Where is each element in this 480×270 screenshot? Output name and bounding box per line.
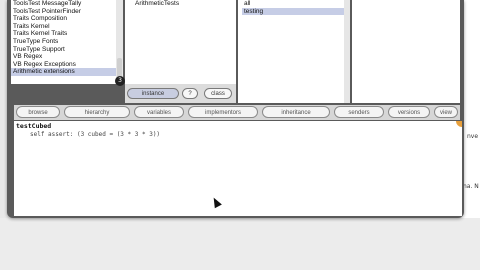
category-item[interactable]: ToolsTest MessageTally (11, 0, 123, 8)
category-item[interactable]: Traits Kernel Traits (11, 30, 123, 38)
protocol-list-pane[interactable]: all testing (238, 0, 350, 103)
category-list-pane[interactable]: ToolsTest MessageTally ToolsTest PointerF… (11, 0, 123, 84)
class-list-pane[interactable]: ArithmeticTests (125, 0, 236, 84)
category-scrollbar[interactable] (116, 0, 123, 84)
category-item[interactable]: TrueType Support (11, 46, 123, 54)
senders-button[interactable]: senders (334, 106, 384, 118)
class-item[interactable]: ArithmeticTests (133, 0, 236, 8)
class-button[interactable]: class (204, 88, 232, 99)
code-pane-corner-marker (456, 121, 462, 127)
background-text-2: na. N (463, 183, 479, 190)
protocol-scrollbar[interactable] (344, 0, 350, 103)
category-item[interactable]: Traits Composition (11, 15, 123, 23)
category-item[interactable]: Traits Kernel (11, 23, 123, 31)
category-item[interactable]: TrueType Fonts (11, 38, 123, 46)
browser-toolbar: browse hierarchy variables implementors … (14, 105, 460, 120)
category-list[interactable]: ToolsTest MessageTally ToolsTest PointerF… (11, 0, 123, 76)
method-name: testCubed (16, 122, 52, 130)
instance-button[interactable]: instance (127, 88, 179, 99)
browse-button[interactable]: browse (16, 106, 60, 118)
inheritance-button[interactable]: inheritance (262, 106, 330, 118)
pane-splitter-handle[interactable]: 3 (115, 76, 125, 86)
class-list[interactable]: ArithmeticTests (125, 0, 236, 8)
background-bottom-area (0, 218, 480, 270)
protocol-item[interactable]: all (242, 0, 350, 8)
class-toggle-bar: instance ? class (125, 84, 236, 103)
method-body: self assert: (3 cubed = (3 * 3 * 3)) (30, 131, 161, 138)
category-item[interactable]: Arithmetic extensions (11, 68, 123, 76)
code-editor-pane[interactable]: testCubed self assert: (3 cubed = (3 * 3… (14, 121, 462, 216)
method-list-pane[interactable] (352, 0, 460, 103)
category-item[interactable]: ToolsTest PointerFinder (11, 8, 123, 16)
protocol-item[interactable]: testing (242, 7, 350, 16)
category-item[interactable]: VB Regex (11, 53, 123, 61)
hierarchy-button[interactable]: hierarchy (64, 106, 130, 118)
help-button[interactable]: ? (182, 88, 198, 99)
protocol-list[interactable]: all testing (238, 0, 350, 16)
implementors-button[interactable]: implementors (188, 106, 258, 118)
variables-button[interactable]: variables (134, 106, 184, 118)
versions-button[interactable]: versions (388, 106, 430, 118)
background-text-1: nve (467, 133, 479, 140)
view-button[interactable]: view (434, 106, 458, 118)
category-item[interactable]: VB Regex Exceptions (11, 61, 123, 69)
